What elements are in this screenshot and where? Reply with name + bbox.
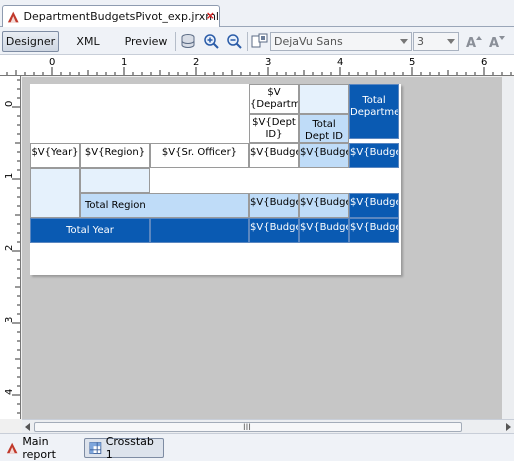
ruler-label: 4 xyxy=(4,389,15,395)
scroll-left-icon[interactable] xyxy=(25,423,30,431)
budget-cell[interactable]: $V{Budget} xyxy=(249,143,299,168)
region-row-header[interactable]: $V{Region} xyxy=(80,143,150,168)
fit-page-icon[interactable] xyxy=(251,33,268,50)
budget-total-region-dept-id-cell[interactable]: $V{Budget} xyxy=(299,193,349,218)
report-section-tabs: Main report Crosstab 1 xyxy=(0,433,514,461)
svg-text:A: A xyxy=(489,36,499,50)
ruler-label: 3 xyxy=(265,57,271,68)
ruler-label: 5 xyxy=(409,57,415,68)
svg-text:A: A xyxy=(466,36,476,50)
horizontal-scroll-thumb[interactable]: III xyxy=(34,422,462,433)
budget-total-department-cell[interactable]: $V{Budget} xyxy=(349,143,399,168)
decrease-font-icon[interactable]: A xyxy=(488,33,505,50)
crosstab-tab-label: Crosstab 1 xyxy=(105,435,154,461)
ruler-label: 4 xyxy=(337,57,343,68)
editor-tab-document[interactable]: DepartmentBudgetsPivot_exp.jrxml × xyxy=(2,5,220,27)
vertical-ruler: 0 1 2 3 4 xyxy=(0,76,21,419)
region-group-spacer xyxy=(80,168,150,193)
ruler-label: 1 xyxy=(4,173,15,179)
total-dept-id-header[interactable]: Total Dept ID xyxy=(299,114,349,143)
budget-total-region-department-cell[interactable]: $V{Budget} xyxy=(349,193,399,218)
department-group-header[interactable]: $V {Departme xyxy=(249,84,299,114)
design-canvas[interactable]: $V {Departme Total Department $V{Dept ID… xyxy=(22,77,514,419)
main-report-tab[interactable]: Main report xyxy=(2,435,82,461)
font-size-value: 3 xyxy=(417,35,424,48)
ruler-label: 3 xyxy=(4,317,15,323)
main-report-tab-label: Main report xyxy=(22,435,56,461)
crosstab-tab[interactable]: Crosstab 1 xyxy=(84,435,164,461)
ruler-label: 0 xyxy=(49,57,55,68)
scroll-grip: III xyxy=(243,423,251,433)
scroll-right-icon[interactable] xyxy=(506,423,511,431)
budget-total-year-dept-id-cell[interactable]: $V{Budget} xyxy=(299,218,349,243)
font-size-select[interactable]: 3 xyxy=(413,32,459,51)
total-year-spacer xyxy=(150,218,249,243)
sr-officer-row-header[interactable]: $V{Sr. Officer} xyxy=(150,143,249,168)
ruler-label: 1 xyxy=(121,57,127,68)
budget-total-year-cell[interactable]: $V{Budget} xyxy=(249,218,299,243)
horizontal-scrollbar[interactable]: III xyxy=(22,419,514,433)
preview-view-button[interactable]: Preview xyxy=(120,31,172,52)
vertical-scrollbar[interactable] xyxy=(502,77,514,419)
ruler-label: 2 xyxy=(4,245,15,251)
report-page: $V {Departme Total Department $V{Dept ID… xyxy=(30,84,401,275)
editor-tab-title: DepartmentBudgetsPivot_exp.jrxml xyxy=(23,10,220,23)
budget-total-dept-id-cell[interactable]: $V{Budget} xyxy=(299,143,349,168)
ruler-label: 2 xyxy=(193,57,199,68)
xml-view-button[interactable]: XML xyxy=(68,31,108,52)
chevron-down-icon xyxy=(400,39,408,44)
jrxml-file-icon xyxy=(7,11,19,22)
ruler-label: 6 xyxy=(481,57,487,68)
close-tab-icon[interactable]: × xyxy=(206,9,215,22)
zoom-in-icon[interactable] xyxy=(203,33,220,50)
chevron-down-icon xyxy=(447,39,455,44)
horizontal-ruler: 0 1 2 3 4 5 6 xyxy=(0,55,514,76)
total-department-header[interactable]: Total Department xyxy=(349,84,399,139)
editor-tab-strip: DepartmentBudgetsPivot_exp.jrxml × xyxy=(0,0,514,27)
toolbar-separator xyxy=(175,32,176,51)
budget-total-region-cell[interactable]: $V{Budget} xyxy=(249,193,299,218)
department-header-spacer xyxy=(299,84,349,114)
year-row-header[interactable]: $V{Year} xyxy=(30,143,80,168)
designer-toolbar: Designer XML Preview DejaVu Sans 3 A A xyxy=(0,27,514,55)
designer-view-button[interactable]: Designer xyxy=(2,31,59,52)
font-family-value: DejaVu Sans xyxy=(274,35,343,48)
crosstab-icon xyxy=(89,442,102,454)
report-icon xyxy=(6,442,18,454)
toolbar-separator xyxy=(247,32,248,51)
total-year-header[interactable]: Total Year xyxy=(30,218,150,243)
total-region-header[interactable]: Total Region xyxy=(80,193,249,218)
budget-grand-total-cell[interactable]: $V{Budget} xyxy=(349,218,399,243)
ruler-label: 0 xyxy=(4,101,15,107)
year-group-spacer xyxy=(30,168,80,218)
zoom-out-icon[interactable] xyxy=(226,33,243,50)
increase-font-icon[interactable]: A xyxy=(465,33,482,50)
datasource-icon[interactable] xyxy=(180,33,197,50)
dept-id-header[interactable]: $V{Dept ID} xyxy=(249,114,299,143)
font-family-select[interactable]: DejaVu Sans xyxy=(270,32,412,51)
